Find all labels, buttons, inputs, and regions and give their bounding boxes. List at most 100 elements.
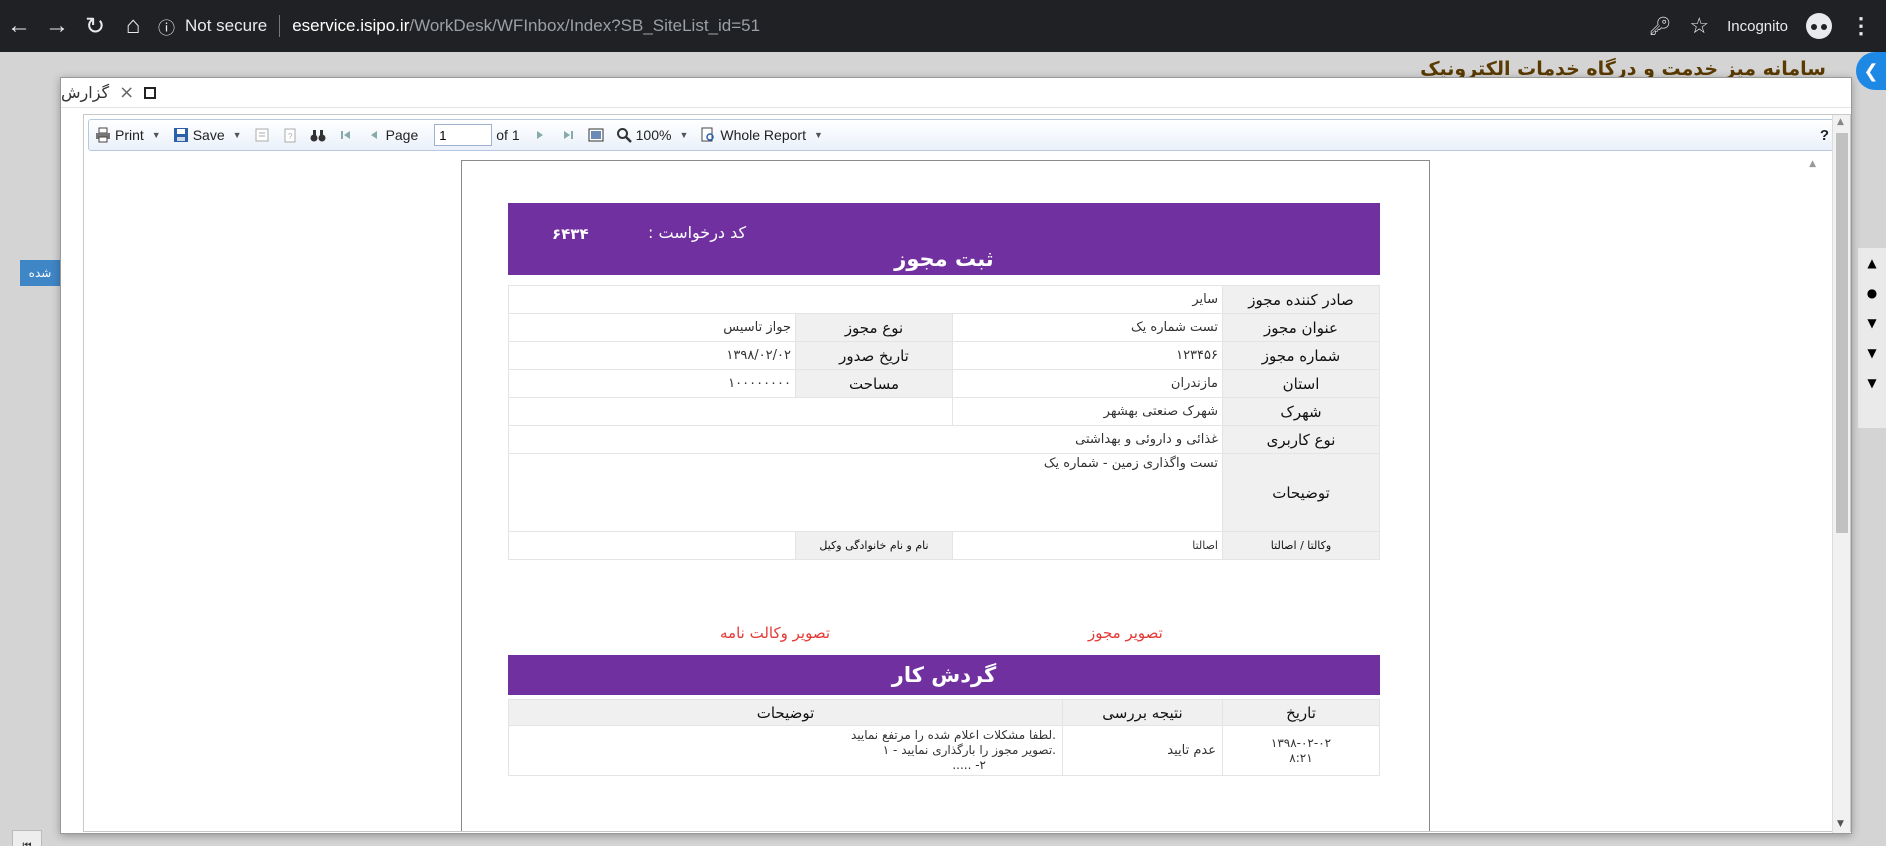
workflow-description-line: ۲- ..... xyxy=(952,758,986,772)
floppy-disk-icon xyxy=(173,128,188,142)
table-row: ۱۳۹۸-۰۲-۰۲ ۸:۲۱ عدم تایید .لطفا مشکلات ا… xyxy=(508,725,1380,776)
scrollbar-thumb[interactable] xyxy=(1836,133,1848,533)
background-collapse-button[interactable]: ❮ xyxy=(1856,52,1886,90)
caret-down-icon[interactable]: ▼ xyxy=(1858,308,1886,338)
help-button[interactable]: ? xyxy=(1820,127,1829,144)
chevron-down-icon: ▼ xyxy=(679,130,689,140)
table-row: استان مازندران مساحت ۱۰۰۰۰۰۰۰۰ xyxy=(508,369,1380,398)
report-modal: × گزارش Print ▼ Save ▼ ? Page 1 of 1 100… xyxy=(60,77,1852,834)
address-bar[interactable]: ⓘ Not secure eservice.isipo.ir/WorkDesk/… xyxy=(158,7,760,45)
agency-label: وکالتا / اصالتا xyxy=(1222,531,1380,560)
forward-arrow-icon[interactable]: → xyxy=(38,7,76,45)
save-label: Save xyxy=(192,127,225,143)
caret-down-icon[interactable]: ▼ xyxy=(1858,368,1886,398)
chevron-down-icon: ▼ xyxy=(151,130,161,140)
attorney-image-link[interactable]: تصویر وکالت نامه xyxy=(720,624,830,642)
next-page-icon xyxy=(536,131,543,139)
key-icon[interactable]: 🔑︎ xyxy=(1649,16,1672,37)
table-row: شهرک شهرک صنعتی بهشهر xyxy=(508,397,1380,426)
report-viewer: Print ▼ Save ▼ ? Page 1 of 1 100% ▼ Whol… xyxy=(83,114,1851,833)
print-label: Print xyxy=(115,127,144,143)
workflow-date-cell: ۱۳۹۸-۰۲-۰۲ ۸:۲۱ xyxy=(1222,725,1380,776)
close-icon[interactable]: × xyxy=(119,82,134,103)
url-path: /WorkDesk/WFInbox/Index?SB_SiteList_id=5… xyxy=(409,16,761,35)
attorney-name-value xyxy=(508,531,796,560)
modal-header: × گزارش xyxy=(61,78,1851,108)
document-outline-icon xyxy=(255,128,269,142)
workflow-title: گردش کار xyxy=(508,655,1380,695)
license-image-link[interactable]: تصویر مجوز xyxy=(1088,624,1163,642)
caret-up-icon[interactable]: ▲ xyxy=(1858,248,1886,278)
first-page-button[interactable] xyxy=(338,127,354,143)
area-label: مساحت xyxy=(795,369,953,398)
vertical-scrollbar[interactable]: ▲ ▼ xyxy=(1832,115,1850,833)
incognito-icon[interactable] xyxy=(1806,13,1832,39)
next-page-button[interactable] xyxy=(532,127,548,143)
url-host: eservice.isipo.ir xyxy=(292,16,410,35)
province-value: مازندران xyxy=(952,369,1223,398)
workflow-description-line: .تصویر مجوز را بارگذاری نمایید - ۱ xyxy=(882,743,1056,757)
svg-text:?: ? xyxy=(288,132,293,141)
chevron-down-icon: ▼ xyxy=(232,130,242,140)
filter-icon[interactable]: ● xyxy=(1858,278,1886,308)
page-view-icon xyxy=(701,127,715,142)
print-button[interactable]: Print ▼ xyxy=(95,127,161,143)
agency-value: اصالتا xyxy=(952,531,1223,560)
last-page-button[interactable] xyxy=(560,127,576,143)
parameters-button[interactable] xyxy=(254,127,270,143)
caret-down-icon[interactable]: ▼ xyxy=(1858,338,1886,368)
scroll-up-icon[interactable]: ▲ xyxy=(1837,117,1844,127)
scroll-up-icon[interactable]: ▲ xyxy=(1809,159,1816,169)
bookmark-star-icon[interactable]: ☆ xyxy=(1689,13,1709,39)
maximize-icon[interactable] xyxy=(144,86,157,99)
page-of-label: of 1 xyxy=(496,127,520,143)
background-status-badge[interactable]: شده xyxy=(20,260,60,286)
zoom-button[interactable]: 100% ▼ xyxy=(616,127,689,143)
first-page-icon xyxy=(340,131,350,139)
background-first-page-icon[interactable]: ⏮︎ xyxy=(12,830,42,846)
page-number-input[interactable] xyxy=(434,124,493,146)
reload-icon[interactable]: ↻ xyxy=(76,7,114,45)
table-row: توضیحات تست واگذاری زمین - شماره یک xyxy=(508,453,1380,532)
scroll-down-icon[interactable]: ▼ xyxy=(1837,819,1844,829)
area-value: ۱۰۰۰۰۰۰۰۰ xyxy=(508,369,796,398)
empty-cell xyxy=(508,397,953,426)
usage-type-value: غذائی و داروئی و بهداشتی xyxy=(508,425,1223,454)
incognito-label: Incognito xyxy=(1727,17,1788,35)
table-row: وکالتا / اصالتا اصالتا نام و نام خانوادگ… xyxy=(508,531,1380,560)
license-title-label: عنوان مجوز xyxy=(1222,313,1380,342)
full-screen-button[interactable] xyxy=(588,127,604,143)
request-code-value: ۶۴۳۴ xyxy=(552,225,589,243)
workflow-description-cell: .لطفا مشکلات اعلام شده را مرتفع نمایید .… xyxy=(508,725,1063,776)
report-title: ثبت مجوز xyxy=(894,247,994,271)
attorney-name-label: نام و نام خانوادگی وکیل xyxy=(795,531,953,560)
report-header-band: کد درخواست : ۶۴۳۴ ثبت مجوز xyxy=(508,203,1380,275)
description-value: تست واگذاری زمین - شماره یک xyxy=(508,453,1223,532)
previous-page-icon xyxy=(370,131,377,139)
printer-icon xyxy=(96,127,110,143)
table-header-row: تاریخ نتیجه بررسی توضیحات xyxy=(508,699,1380,726)
page-count: of 1 xyxy=(496,127,519,143)
workflow-description-header: توضیحات xyxy=(508,699,1063,726)
info-icon[interactable]: ⓘ xyxy=(158,14,175,39)
license-number-label: شماره مجوز xyxy=(1222,341,1380,370)
binoculars-icon xyxy=(310,130,326,142)
save-button[interactable]: Save ▼ xyxy=(173,127,242,143)
workflow-result-header: نتیجه بررسی xyxy=(1062,699,1223,726)
home-icon[interactable]: ⌂ xyxy=(114,7,152,45)
workflow-result: عدم تایید xyxy=(1062,725,1223,776)
previous-page-button[interactable]: Page xyxy=(366,127,418,143)
more-menu-icon[interactable]: ⋮ xyxy=(1850,13,1872,39)
issue-date-value: ۱۳۹۸/۰۲/۰۲ xyxy=(508,341,796,370)
table-row: شماره مجوز ۱۲۳۴۵۶ تاریخ صدور ۱۳۹۸/۰۲/۰۲ xyxy=(508,341,1380,370)
omnibox-divider xyxy=(279,15,281,37)
bookmarks-button[interactable]: ? xyxy=(282,127,298,143)
report-page: کد درخواست : ۶۴۳۴ ثبت مجوز صادر کننده مج… xyxy=(461,160,1430,831)
browser-toolbar: ← → ↻ ⌂ ⓘ Not secure eservice.isipo.ir/W… xyxy=(0,0,1886,52)
view-mode-button[interactable]: Whole Report ▼ xyxy=(700,127,823,143)
back-arrow-icon[interactable]: ← xyxy=(0,7,38,45)
find-button[interactable] xyxy=(310,127,326,143)
province-label: استان xyxy=(1222,369,1380,398)
workflow-table: تاریخ نتیجه بررسی توضیحات ۱۳۹۸-۰۲-۰۲ ۸:۲… xyxy=(508,699,1380,776)
view-mode-label: Whole Report xyxy=(720,127,806,143)
